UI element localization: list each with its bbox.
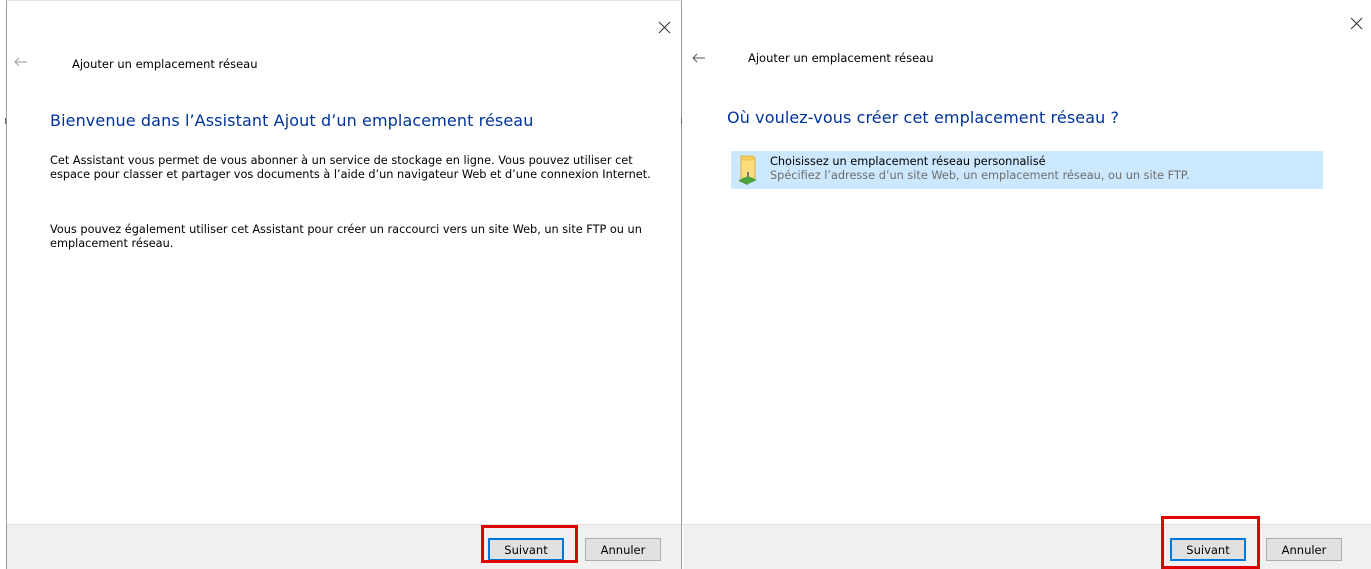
- window-edge-mark: [5, 118, 6, 124]
- button-bar: Suivant Annuler: [7, 524, 681, 569]
- next-button-highlight: [481, 525, 578, 563]
- option-title: Choisissez un emplacement réseau personn…: [770, 155, 1046, 168]
- back-button[interactable]: [11, 52, 31, 72]
- intro-paragraph: Cet Assistant vous permet de vous abonne…: [50, 154, 651, 181]
- page-heading: Bienvenue dans l’Assistant Ajout d’un em…: [50, 111, 534, 130]
- button-bar: Suivant Annuler: [683, 524, 1371, 569]
- back-arrow-icon: [692, 53, 705, 63]
- wizard-dialog-location: Ajouter un emplacement réseau Où voulez-…: [683, 0, 1371, 569]
- custom-network-location-option[interactable]: Choisissez un emplacement réseau personn…: [731, 151, 1323, 189]
- wizard-dialog-welcome: Ajouter un emplacement réseau Bienvenue …: [6, 0, 682, 569]
- cancel-button[interactable]: Annuler: [585, 538, 661, 561]
- secondary-paragraph: Vous pouvez également utiliser cet Assis…: [50, 223, 642, 250]
- network-folder-icon: [736, 154, 760, 186]
- close-icon: [1350, 17, 1362, 29]
- page-heading: Où voulez-vous créer cet emplacement rés…: [727, 108, 1120, 127]
- option-description: Spécifiez l’adresse d’un site Web, un em…: [770, 169, 1190, 182]
- next-button-highlight: [1161, 516, 1260, 569]
- back-button[interactable]: [689, 48, 709, 68]
- close-icon: [658, 21, 670, 33]
- wizard-title: Ajouter un emplacement réseau: [748, 51, 934, 65]
- cancel-button[interactable]: Annuler: [1266, 538, 1342, 561]
- back-arrow-icon: [14, 57, 27, 67]
- window-edge-mark: [681, 118, 682, 124]
- close-button[interactable]: [651, 14, 677, 40]
- wizard-title: Ajouter un emplacement réseau: [72, 57, 258, 71]
- close-button[interactable]: [1343, 10, 1369, 36]
